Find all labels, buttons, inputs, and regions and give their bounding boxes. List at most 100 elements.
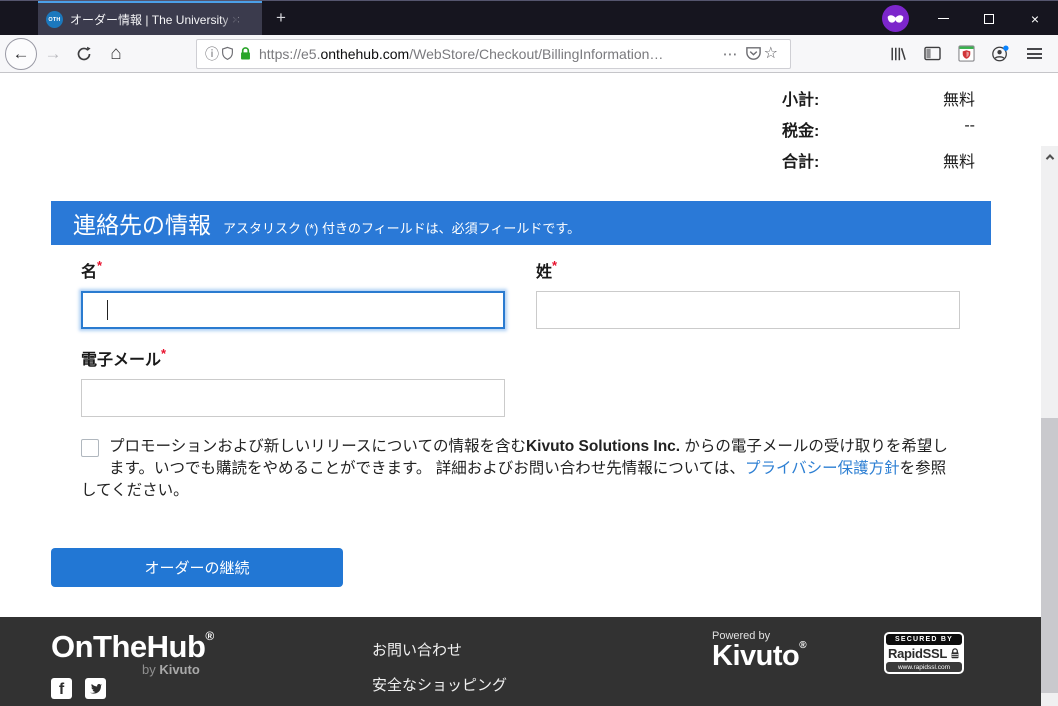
- consent-text-before: プロモーションおよび新しいリリースについての情報を含む: [109, 438, 526, 455]
- scrollbar-thumb[interactable]: [1041, 418, 1058, 693]
- url-bar[interactable]: ⓘ https://e5.onthehub.com/WebStore/Check…: [196, 39, 791, 69]
- powered-by-kivuto: Powered by Kivuto®: [712, 630, 806, 673]
- vertical-scrollbar[interactable]: [1041, 146, 1058, 706]
- sidebar-button[interactable]: [917, 40, 947, 68]
- window-controls: ×: [920, 1, 1058, 36]
- rapidssl-badge: SECURED BY RapidSSL www.rapidssl.com: [884, 632, 964, 674]
- info-icon[interactable]: ⓘ: [205, 44, 219, 64]
- footer-link-safe-shopping[interactable]: 安全なショッピング: [372, 674, 522, 695]
- kivuto-brand: Kivuto: [712, 640, 799, 672]
- menu-icon: [1027, 48, 1042, 59]
- required-asterisk: *: [161, 346, 166, 361]
- refresh-icon: [76, 46, 92, 62]
- last-name-label-text: 姓: [536, 264, 552, 281]
- total-label: 合計:: [782, 148, 819, 172]
- kivuto-logo-text: Kivuto®: [712, 640, 806, 673]
- bookmark-star-icon[interactable]: ☆: [764, 43, 778, 63]
- facebook-icon[interactable]: f: [51, 678, 72, 699]
- menu-button[interactable]: [1019, 40, 1049, 68]
- text-caret: [107, 300, 108, 320]
- sidebar-icon: [924, 46, 941, 61]
- minimize-icon: [938, 18, 949, 19]
- subtotal-value: 無料: [943, 86, 975, 110]
- tab-title-fade: [220, 7, 238, 33]
- email-label: 電子メール*: [81, 346, 505, 370]
- social-icons: f: [51, 678, 106, 699]
- privacy-policy-link[interactable]: プライバシー保護方針: [745, 460, 900, 477]
- url-domain: onthehub.com: [320, 46, 409, 62]
- home-button[interactable]: ⌂: [101, 40, 131, 68]
- account-icon: [991, 45, 1009, 63]
- contact-info-section-header: 連絡先の情報 アスタリスク (*) 付きのフィールドは、必須フィールドです。: [51, 201, 991, 245]
- account-button[interactable]: [985, 40, 1015, 68]
- summary-row-tax: 税金: --: [782, 117, 975, 141]
- forward-button[interactable]: →: [39, 40, 67, 68]
- extension-icon: [958, 45, 975, 62]
- page-content: 小計: 無料 税金: -- 合計: 無料 連絡先の情報 アスタリスク (*) 付…: [0, 73, 1058, 706]
- section-title: 連絡先の情報: [73, 206, 211, 240]
- forward-icon: →: [45, 44, 62, 64]
- back-button[interactable]: ←: [5, 38, 37, 70]
- contact-form: 名* 姓* 電子メール*: [81, 258, 960, 417]
- maximize-button[interactable]: [966, 1, 1012, 36]
- browser-tab[interactable]: OTH オーダー情報 | The University of T ×: [38, 1, 262, 36]
- consent-company: Kivuto Solutions Inc.: [526, 438, 680, 455]
- url-path: /WebStore/Checkout/BillingInformation: [409, 46, 649, 62]
- maximize-icon: [984, 14, 994, 24]
- refresh-button[interactable]: [69, 40, 99, 68]
- url-truncation: …: [649, 46, 663, 62]
- continue-order-button[interactable]: オーダーの継続: [51, 548, 343, 587]
- email-label-text: 電子メール: [81, 352, 161, 369]
- last-name-label: 姓*: [536, 258, 960, 282]
- footer-link-contact[interactable]: お問い合わせ: [372, 639, 522, 660]
- twitter-icon[interactable]: [85, 678, 106, 699]
- first-name-label: 名*: [81, 258, 505, 282]
- email-input[interactable]: [81, 379, 505, 417]
- scroll-up-button[interactable]: [1041, 148, 1058, 165]
- minimize-button[interactable]: [920, 1, 966, 36]
- tab-title: オーダー情報 | The University of T: [70, 11, 228, 28]
- lock-icon[interactable]: [239, 46, 252, 61]
- summary-row-subtotal: 小計: 無料: [782, 86, 975, 110]
- titlebar: OTH オーダー情報 | The University of T × + ×: [0, 0, 1058, 35]
- first-name-field-group: 名*: [81, 258, 505, 329]
- page-actions-icon[interactable]: ⋯: [723, 45, 739, 63]
- footer-links: お問い合わせ 安全なショッピング プライバシー保護方針: [372, 639, 522, 706]
- tax-label: 税金:: [782, 117, 819, 141]
- library-icon: [890, 46, 906, 62]
- tax-value: --: [964, 117, 975, 141]
- required-asterisk: *: [552, 258, 557, 273]
- onthehub-logo-text: OnTheHub®: [51, 629, 214, 665]
- brand-name: OnTheHub: [51, 629, 205, 664]
- subtotal-label: 小計:: [782, 86, 819, 110]
- site-favicon-icon: OTH: [46, 11, 63, 28]
- last-name-input[interactable]: [536, 291, 960, 329]
- extension-button[interactable]: [951, 40, 981, 68]
- required-asterisk: *: [97, 258, 102, 273]
- library-button[interactable]: [883, 40, 913, 68]
- secured-by-text: SECURED BY: [886, 634, 962, 645]
- navigation-toolbar: ← → ⌂ ⓘ https://e5.onthehub.com/WebStore…: [0, 35, 1058, 73]
- toolbar-right-icons: [879, 40, 1049, 68]
- url-scheme: https://e5.: [259, 46, 320, 62]
- home-icon: ⌂: [110, 43, 121, 65]
- brand-registered-mark: ®: [205, 629, 213, 643]
- promo-consent-checkbox[interactable]: [81, 439, 99, 457]
- first-name-input-wrap: [81, 291, 505, 329]
- rapidssl-url-text: www.rapidssl.com: [886, 662, 962, 672]
- back-icon: ←: [13, 44, 30, 64]
- new-tab-button[interactable]: +: [270, 7, 292, 29]
- shield-icon[interactable]: [221, 46, 234, 61]
- rapidssl-lock-icon: [950, 648, 960, 659]
- private-browsing-mask-icon: [882, 5, 909, 32]
- promo-consent: プロモーションおよび新しいリリースについての情報を含むKivuto Soluti…: [81, 436, 953, 502]
- section-subtitle: アスタリスク (*) 付きのフィールドは、必須フィールドです。: [223, 218, 580, 237]
- window-close-button[interactable]: ×: [1012, 1, 1058, 36]
- first-name-label-text: 名: [81, 264, 97, 281]
- pocket-icon[interactable]: [745, 45, 762, 62]
- window-close-icon: ×: [1031, 11, 1039, 27]
- onthehub-logo: OnTheHub® by Kivuto: [51, 629, 214, 677]
- kivuto-registered-mark: ®: [799, 640, 806, 651]
- url-text: https://e5.onthehub.com/WebStore/Checkou…: [259, 46, 663, 62]
- first-name-input[interactable]: [81, 291, 505, 329]
